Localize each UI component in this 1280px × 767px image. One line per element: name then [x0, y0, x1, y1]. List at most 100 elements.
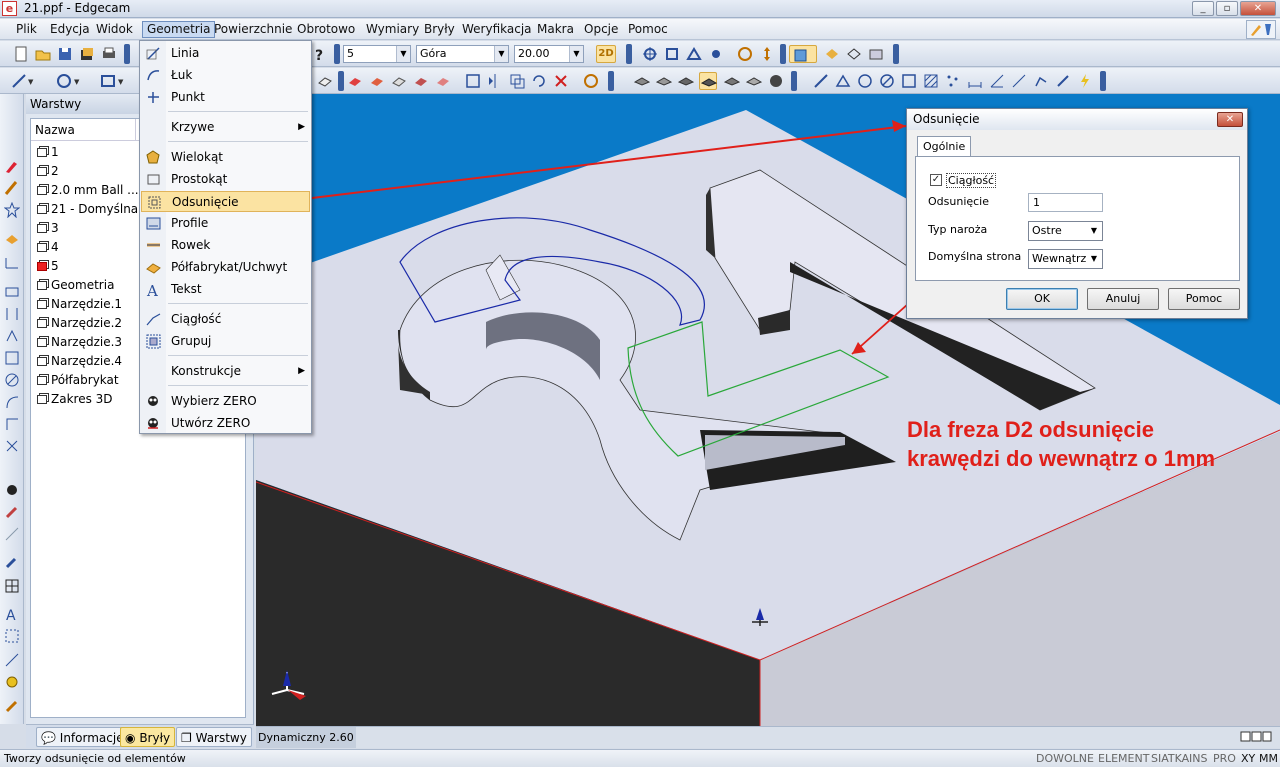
transform-icon[interactable] — [464, 72, 482, 90]
slope-icon[interactable] — [1010, 72, 1028, 90]
help-button[interactable]: Pomoc — [1168, 288, 1240, 310]
cube-view-button[interactable] — [789, 45, 817, 63]
line-width-combo[interactable]: 5 ▼ — [343, 45, 411, 63]
triangle-tool-icon[interactable] — [834, 72, 852, 90]
cross-icon[interactable] — [4, 438, 20, 454]
brush-icon[interactable] — [4, 158, 20, 174]
flash-icon[interactable] — [1076, 72, 1094, 90]
status-pro[interactable]: PRO — [1213, 752, 1236, 765]
layer-hide-icon[interactable] — [745, 72, 763, 90]
group-icon[interactable] — [4, 628, 20, 644]
tool-path-icon[interactable] — [1032, 72, 1050, 90]
mirror-icon[interactable] — [486, 72, 504, 90]
align-icon[interactable] — [4, 350, 20, 366]
status-siatka[interactable]: SIATKA — [1151, 752, 1189, 765]
viewport-layout-icon[interactable] — [1240, 731, 1272, 743]
status-dowolne[interactable]: DOWOLNE — [1036, 752, 1094, 765]
display-options-icon[interactable] — [867, 45, 885, 63]
rotate-part-icon[interactable] — [4, 328, 20, 344]
fillet-icon[interactable] — [434, 72, 452, 90]
menu-item-wybierz-zero[interactable]: Wybierz ZERO — [141, 391, 310, 412]
arc-left-icon[interactable] — [4, 394, 20, 410]
dimension-h-icon[interactable] — [4, 284, 20, 300]
circle-tool-icon[interactable] — [856, 72, 874, 90]
revolve-icon[interactable] — [390, 72, 408, 90]
menu-item-ciaglosc[interactable]: Ciągłość — [141, 309, 310, 330]
menu-item-luk[interactable]: Łuk — [141, 65, 310, 86]
menu-item-punkt[interactable]: Punkt — [141, 87, 310, 108]
layer-all-icon[interactable] — [723, 72, 741, 90]
layer-plane-icon[interactable] — [633, 72, 651, 90]
menu-item-linia[interactable]: Linia — [141, 43, 310, 64]
star-icon[interactable] — [3, 201, 21, 219]
corner-icon[interactable] — [4, 416, 20, 432]
wrench-icon[interactable] — [4, 554, 20, 570]
save-all-icon[interactable] — [78, 45, 96, 63]
view-combo[interactable]: Góra ▼ — [416, 45, 509, 63]
cancel-button[interactable]: Anuluj — [1087, 288, 1159, 310]
depth-combo[interactable]: 20.00 ▼ — [514, 45, 584, 63]
menu-item-prostokat[interactable]: Prostokąt — [141, 169, 310, 190]
hatch-icon[interactable] — [922, 72, 940, 90]
continuity-checkbox[interactable]: ✓ — [930, 174, 942, 186]
arc-tool-icon[interactable]: ▼ — [56, 72, 82, 90]
status-mm[interactable]: MM — [1259, 752, 1278, 765]
menu-item-utworz-zero[interactable]: Utwórz ZERO — [141, 413, 310, 434]
tab-informacje[interactable]: 💬 Informacje — [36, 727, 129, 747]
menu-widok[interactable]: Widok — [92, 21, 137, 38]
status-ins[interactable]: INS — [1189, 752, 1207, 765]
no-entry-icon[interactable] — [878, 72, 896, 90]
close-button[interactable]: ✕ — [1240, 1, 1276, 16]
rotate-icon[interactable] — [530, 72, 548, 90]
status-xy[interactable]: XY — [1241, 752, 1255, 765]
menu-weryfikacja[interactable]: Weryfikacja — [458, 21, 536, 38]
status-element[interactable]: ELEMENT — [1098, 752, 1149, 765]
menu-powierzchnie[interactable]: Powierzchnie — [210, 21, 296, 38]
solid-box-icon[interactable] — [316, 72, 334, 90]
gear-icon[interactable] — [4, 674, 20, 690]
text-icon[interactable]: A — [4, 606, 20, 624]
continuity-icon[interactable] — [4, 652, 20, 668]
rotate-view-icon[interactable] — [736, 45, 754, 63]
ok-button[interactable]: OK — [1006, 288, 1078, 310]
menu-item-polfabrykat[interactable]: Półfabrykat/Uchwyt — [141, 257, 310, 278]
menu-geometria[interactable]: Geometria — [142, 21, 216, 38]
active-layer-icon[interactable] — [699, 72, 718, 90]
snap-end-icon[interactable] — [707, 45, 725, 63]
help-cursor-icon[interactable]: ? — [312, 45, 330, 64]
dimension-v-icon[interactable] — [4, 306, 20, 322]
app-icon[interactable]: e — [2, 1, 17, 16]
corner-type-select[interactable]: Ostre ▼ — [1028, 221, 1103, 241]
dialog-close-button[interactable]: ✕ — [1217, 112, 1243, 127]
mode-2d-button[interactable]: 2D — [596, 45, 616, 63]
open-folder-icon[interactable] — [34, 45, 52, 63]
pencil-icon[interactable] — [4, 698, 20, 714]
select-zero-icon[interactable] — [4, 482, 20, 498]
menu-item-rowek[interactable]: Rowek — [141, 235, 310, 256]
scatter-icon[interactable] — [944, 72, 962, 90]
angle-icon[interactable] — [988, 72, 1006, 90]
menu-wymiary[interactable]: Wymiary — [362, 21, 423, 38]
menu-item-tekst[interactable]: A Tekst — [141, 279, 310, 300]
frame-icon[interactable] — [900, 72, 918, 90]
solid-shade-icon[interactable] — [823, 45, 841, 63]
layer-options-icon[interactable] — [767, 72, 785, 90]
save-icon[interactable] — [56, 45, 74, 63]
minimize-button[interactable]: _ — [1192, 1, 1214, 16]
pan-view-icon[interactable] — [758, 45, 776, 63]
simulate-icon[interactable] — [1054, 72, 1072, 90]
offset-input[interactable]: 1 — [1028, 193, 1103, 212]
menu-item-krzywe[interactable]: Krzywe ▶ — [141, 117, 310, 138]
default-side-select[interactable]: Wewnątrz ▼ — [1028, 249, 1103, 269]
dimension-icon[interactable] — [966, 72, 984, 90]
menu-opcje[interactable]: Opcje — [580, 21, 622, 38]
trim-icon[interactable] — [552, 72, 570, 90]
chamfer-icon[interactable] — [412, 72, 430, 90]
print-icon[interactable] — [100, 45, 118, 63]
menu-pomoc[interactable]: Pomoc — [624, 21, 672, 38]
layer-stack-icon[interactable] — [655, 72, 673, 90]
menu-item-grupuj[interactable]: Grupuj — [141, 331, 310, 352]
menu-plik[interactable]: Plik — [12, 21, 41, 38]
menu-obrotowo[interactable]: Obrotowo — [293, 21, 359, 38]
menu-item-wielokat[interactable]: Wielokąt — [141, 147, 310, 168]
